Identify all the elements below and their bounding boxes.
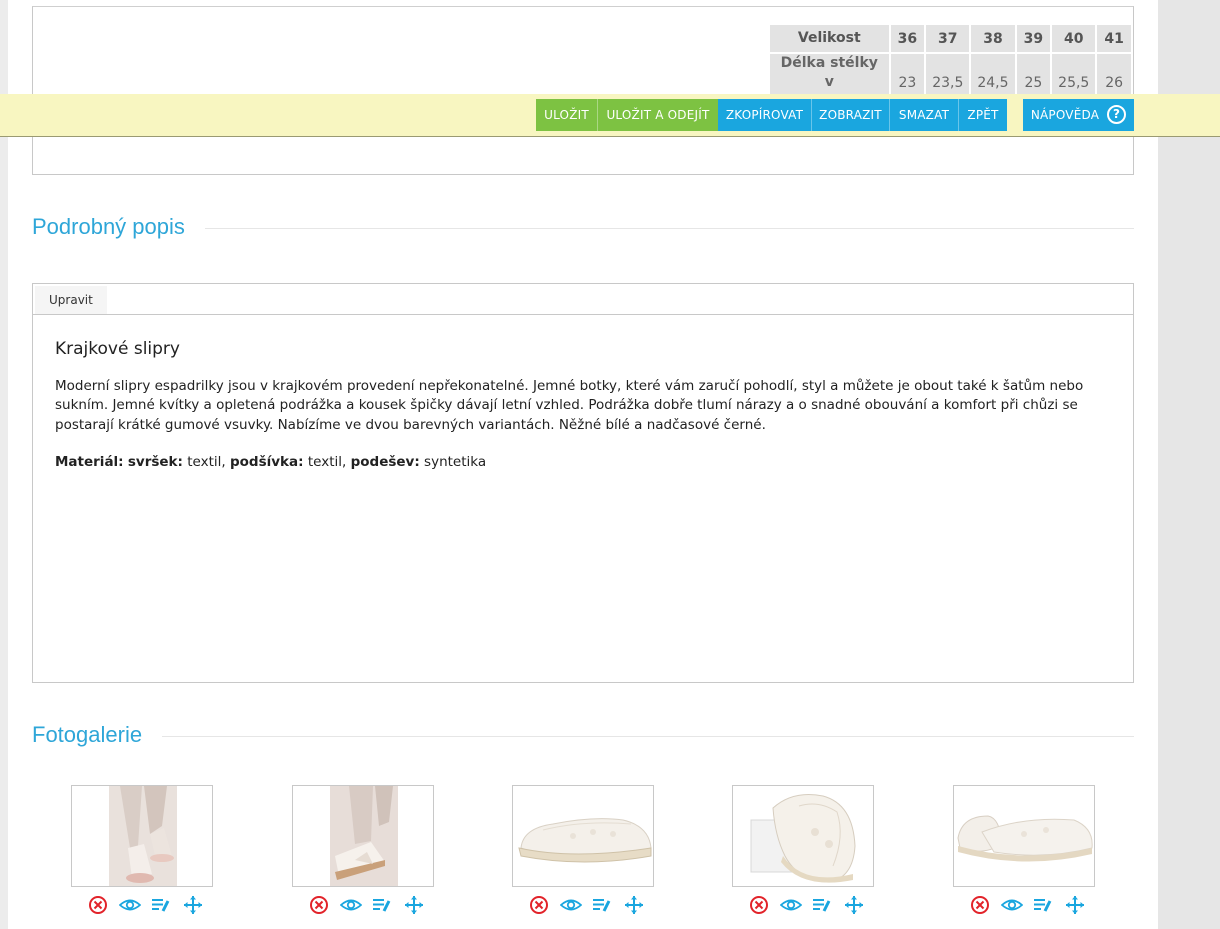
delete-icon[interactable]	[970, 895, 990, 915]
save-and-exit-button[interactable]: ULOŽIT A ODEJÍT	[597, 99, 718, 131]
move-icon[interactable]	[1065, 895, 1085, 915]
size-cell: 38	[971, 25, 1015, 52]
copy-button[interactable]: ZKOPÍROVAT	[718, 99, 811, 131]
size-cell: 37	[926, 25, 970, 52]
lining-label: podšívka:	[229, 454, 304, 470]
thumbnail-actions	[953, 895, 1095, 915]
size-header-label: Velikost	[770, 25, 889, 52]
edit-list-icon[interactable]	[812, 895, 832, 915]
size-cell: 40	[1052, 25, 1096, 52]
help-label: NÁPOVĚDA	[1030, 108, 1100, 122]
save-button[interactable]: ULOŽIT	[536, 99, 597, 131]
gallery-thumbnail[interactable]	[732, 785, 874, 887]
size-cell: 39	[1016, 25, 1051, 52]
edit-list-icon[interactable]	[1033, 895, 1053, 915]
material-label: Materiál:	[55, 454, 124, 470]
size-table-editor[interactable]: Velikost 36 37 38 39 40 41 Délka stélky …	[32, 6, 1134, 175]
description-heading: Krajkové slipry	[55, 339, 180, 359]
move-icon[interactable]	[844, 895, 864, 915]
delete-icon[interactable]	[88, 895, 108, 915]
eye-icon[interactable]	[1001, 895, 1023, 915]
section-divider	[205, 228, 1134, 229]
eye-icon[interactable]	[340, 895, 362, 915]
delete-icon[interactable]	[309, 895, 329, 915]
edit-list-icon[interactable]	[151, 895, 171, 915]
edit-list-icon[interactable]	[372, 895, 392, 915]
upper-value: textil	[187, 454, 222, 470]
eye-icon[interactable]	[780, 895, 802, 915]
gallery-thumbnail[interactable]	[512, 785, 654, 887]
shoe-photo	[109, 786, 177, 886]
help-icon: ?	[1107, 105, 1127, 124]
sole-label: podešev:	[350, 454, 420, 470]
move-icon[interactable]	[404, 895, 424, 915]
material-line: Materiál: svršek: textil, podšívka: text…	[55, 454, 487, 470]
shoe-photo	[330, 786, 398, 886]
thumbnail-actions	[732, 895, 874, 915]
right-scroll-area	[1158, 0, 1220, 929]
gallery-thumbnail[interactable]	[71, 785, 213, 887]
sole-value: syntetika	[424, 454, 487, 470]
size-cell: 41	[1097, 25, 1131, 52]
description-content: Krajkové slipry Moderní slipry espadrilk…	[55, 339, 1115, 491]
detail-section-title: Podrobný popis	[32, 214, 185, 239]
thumbnail-actions	[292, 895, 434, 915]
lining-value: textil	[307, 454, 342, 470]
length-label-line1: Délka stélky v	[780, 55, 878, 90]
upper-label: svršek:	[127, 454, 183, 470]
delete-icon[interactable]	[749, 895, 769, 915]
gallery-thumbnail[interactable]	[292, 785, 434, 887]
shoe-photo	[518, 818, 652, 863]
thumbnail-actions	[71, 895, 213, 915]
edit-tab[interactable]: Upravit	[35, 286, 107, 314]
description-paragraph: Moderní slipry espadrilky jsou v krajkov…	[55, 377, 1084, 433]
eye-icon[interactable]	[119, 895, 141, 915]
shoe-photo	[750, 794, 856, 883]
move-icon[interactable]	[183, 895, 203, 915]
size-cell: 36	[890, 25, 925, 52]
action-toolbar: ULOŽIT ULOŽIT A ODEJÍT ZKOPÍROVAT ZOBRAZ…	[0, 94, 1220, 137]
thumbnail-actions	[512, 895, 654, 915]
gallery-section-title: Fotogalerie	[32, 722, 143, 747]
gallery-thumbnail[interactable]	[953, 785, 1095, 887]
description-editor[interactable]: Upravit Krajkové slipry Moderní slipry e…	[32, 283, 1134, 683]
edit-list-icon[interactable]	[592, 895, 612, 915]
move-icon[interactable]	[624, 895, 644, 915]
back-button[interactable]: ZPĚT	[958, 99, 1007, 131]
help-button[interactable]: NÁPOVĚDA?	[1023, 99, 1134, 131]
delete-icon[interactable]	[529, 895, 549, 915]
eye-icon[interactable]	[560, 895, 582, 915]
show-button[interactable]: ZOBRAZIT	[811, 99, 889, 131]
section-divider	[162, 736, 1134, 737]
shoe-photo	[957, 815, 1093, 862]
editor-tabbar: Upravit	[33, 284, 1133, 315]
delete-button[interactable]: SMAZAT	[889, 99, 958, 131]
